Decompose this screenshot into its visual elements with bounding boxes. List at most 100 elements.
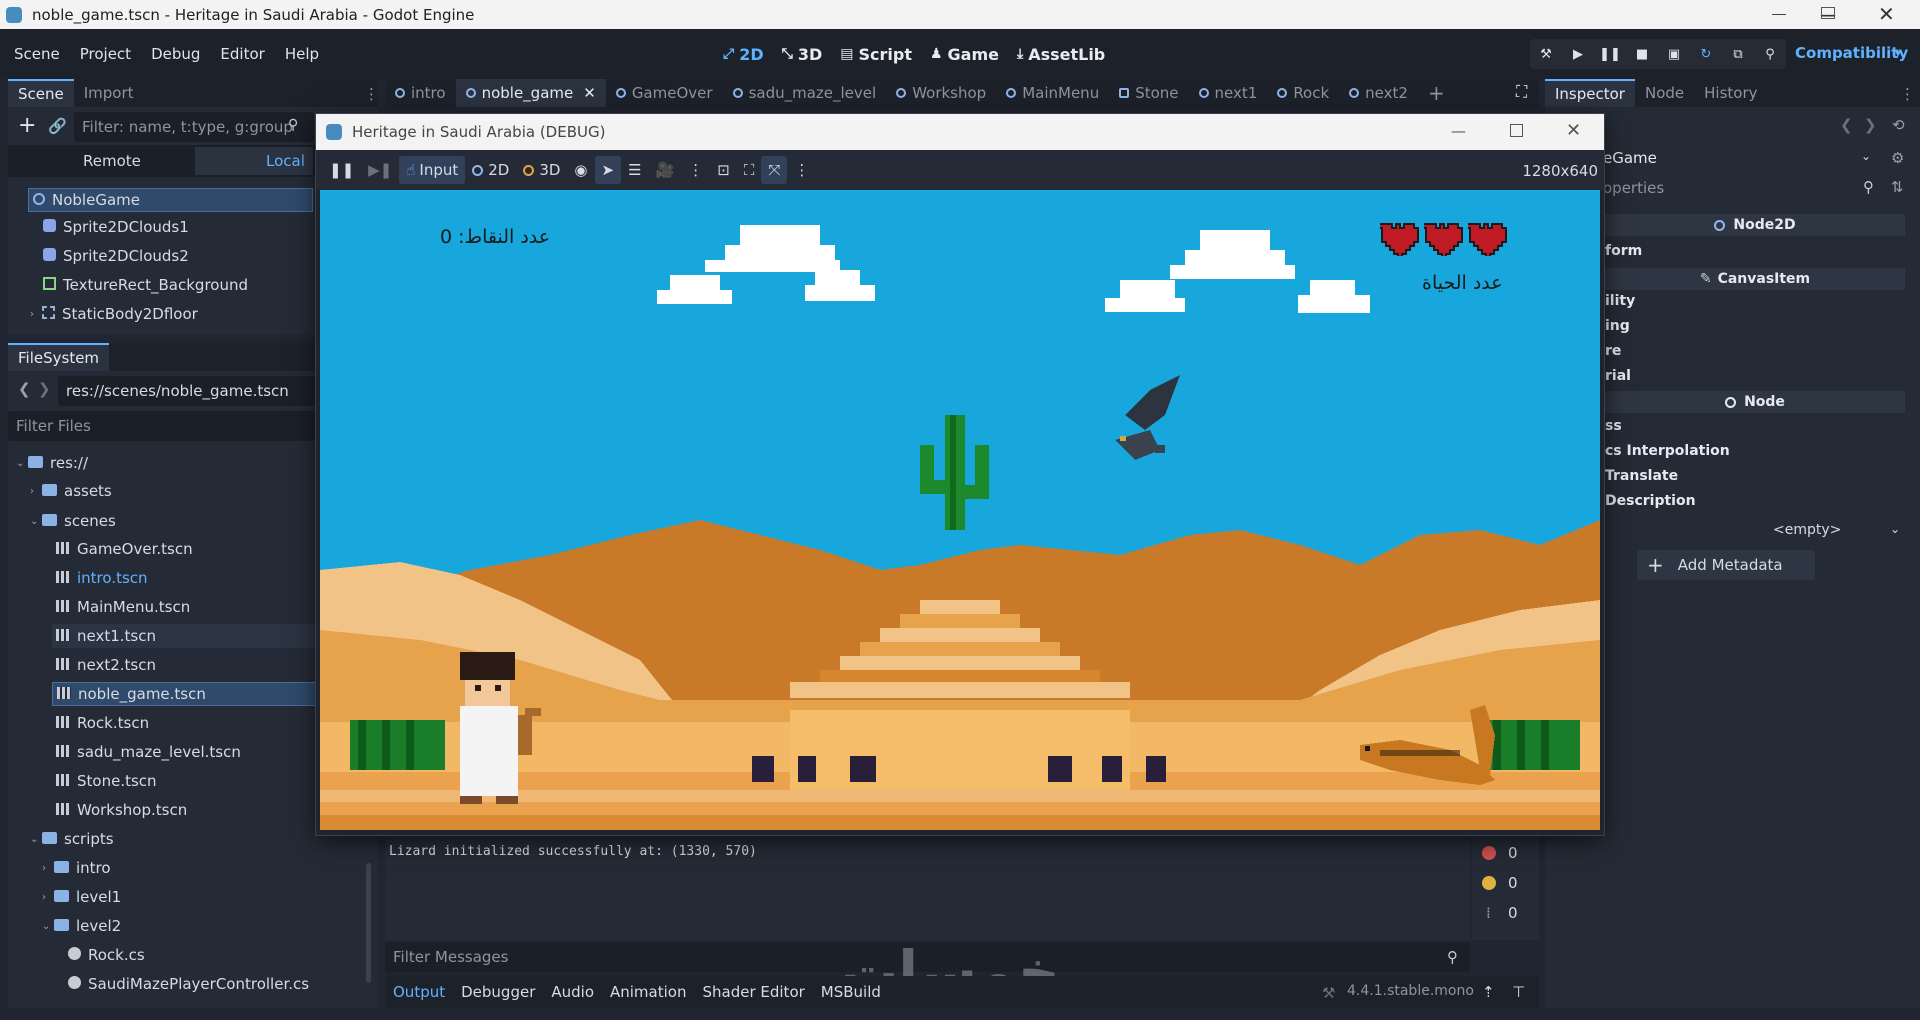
fs-item-scripts[interactable]: ⌄ scripts <box>30 827 114 851</box>
object-properties-icon[interactable]: ⚙ <box>1891 149 1904 167</box>
tab-filesystem[interactable]: FileSystem <box>8 343 110 371</box>
debug-close-icon[interactable]: ✕ <box>1566 120 1581 141</box>
tab-history[interactable]: History <box>1694 79 1767 107</box>
inspected-object-name[interactable]: eGame <box>1603 149 1657 167</box>
add-scene-tab-icon[interactable]: + <box>1418 79 1455 107</box>
mode-3d-button[interactable]: 3D <box>516 161 567 179</box>
filesystem-path-field[interactable]: res://scenes/noble_game.tscn <box>58 376 318 406</box>
section-canvasitem[interactable]: ✎ CanvasItem <box>1605 268 1905 290</box>
error-icon[interactable] <box>1482 846 1496 860</box>
inspector-filter-input[interactable]: operties <box>1603 179 1664 197</box>
run-custom-scene-icon[interactable]: ⚲ <box>1754 47 1786 62</box>
dock-menu-icon[interactable]: ⋮ <box>364 85 379 103</box>
visibility-eye-icon[interactable]: ◉ <box>567 161 594 179</box>
fs-item-noble-game[interactable]: noble_game.tscn <box>52 682 318 706</box>
scene-tab-gameover[interactable]: GameOver <box>606 79 723 107</box>
stretch-icon[interactable]: ⤧ <box>761 156 788 184</box>
collapse-arrow-icon[interactable]: ⌄ <box>30 834 42 845</box>
section-node2d[interactable]: Node2D <box>1605 214 1905 236</box>
scene-tab-mainmenu[interactable]: MainMenu <box>996 79 1109 107</box>
tab-scene[interactable]: Scene <box>8 79 74 107</box>
scene-tab-workshop[interactable]: Workshop <box>886 79 996 107</box>
bottom-tab-animation[interactable]: Animation <box>602 983 694 1001</box>
tab-inspector[interactable]: Inspector <box>1545 79 1635 107</box>
tree-node-sprite2dclouds1[interactable]: Sprite2DClouds1 <box>43 215 189 239</box>
window-restore-icon[interactable] <box>1821 7 1835 19</box>
bottom-tab-output[interactable]: Output <box>385 983 453 1001</box>
fs-item-assets[interactable]: › assets <box>30 479 112 503</box>
game-menu-icon[interactable]: ⋮ <box>787 161 816 179</box>
renderer-chevron-icon[interactable]: ▾ <box>1895 46 1901 60</box>
fs-item-intro[interactable]: intro.tscn <box>56 566 148 590</box>
add-node-icon[interactable]: + <box>18 113 36 138</box>
fs-item-res[interactable]: ⌄ res:// <box>16 451 88 475</box>
tree-node-texturerect-background[interactable]: TextureRect_Background <box>43 273 248 297</box>
expand-arrow-icon[interactable]: › <box>42 892 54 903</box>
scene-tab-next2[interactable]: next2 <box>1339 79 1418 107</box>
run-project-icon[interactable]: ▶ <box>1562 47 1594 62</box>
scene-tab-rock[interactable]: Rock <box>1267 79 1339 107</box>
menu-debug[interactable]: Debug <box>141 45 210 63</box>
fs-item-mainmenu[interactable]: MainMenu.tscn <box>56 595 190 619</box>
menu-editor[interactable]: Editor <box>210 45 274 63</box>
bottom-tab-audio[interactable]: Audio <box>543 983 602 1001</box>
window-minimize-icon[interactable] <box>1772 14 1786 15</box>
metadata-value[interactable]: <empty> <box>1773 522 1841 538</box>
bottom-tab-msbuild[interactable]: MSBuild <box>813 983 889 1001</box>
pin-icon[interactable]: ⇡ <box>1482 983 1495 1001</box>
reload-icon[interactable]: ↻ <box>1690 47 1722 62</box>
inspector-row-physics-interpolation[interactable]: cs Interpolation <box>1605 443 1730 459</box>
collapse-arrow-icon[interactable]: ⌄ <box>42 921 54 932</box>
expand-panel-icon[interactable]: ⊤ <box>1512 983 1525 1001</box>
instantiate-scene-icon[interactable]: 🔗 <box>48 117 67 135</box>
scene-tab-sadu-maze-level[interactable]: sadu_maze_level <box>723 79 887 107</box>
main-screen-script-button[interactable]: ▤ Script <box>831 45 921 64</box>
tree-node-noblegame[interactable]: NobleGame <box>28 188 313 212</box>
remote-debug-icon[interactable]: ⚒ <box>1530 47 1562 62</box>
fs-item-next1[interactable]: next1.tscn <box>52 624 318 648</box>
inspector-row-auto-translate[interactable]: Translate <box>1605 468 1678 484</box>
main-screen-assetlib-button[interactable]: ⤓ AssetLib <box>1008 45 1114 64</box>
bottom-tab-debugger[interactable]: Debugger <box>453 983 543 1001</box>
fs-item-intro-folder[interactable]: › intro <box>42 856 111 880</box>
inspector-row-ordering[interactable]: ing <box>1605 318 1630 334</box>
section-node[interactable]: Node <box>1605 391 1905 413</box>
collapse-arrow-icon[interactable]: ⌄ <box>16 458 28 469</box>
main-screen-2d-button[interactable]: ⤢ 2D <box>714 45 773 64</box>
game-viewport[interactable]: عدد النقاط: 0 عدد الحياة <box>320 190 1600 830</box>
tree-node-staticbody2dfloor[interactable]: › StaticBody2Dfloor <box>30 302 198 326</box>
camera-menu-icon[interactable]: ⋮ <box>681 161 710 179</box>
inspector-row-transform[interactable]: form <box>1605 243 1642 259</box>
inspector-row-process[interactable]: ss <box>1605 418 1622 434</box>
fs-item-stone[interactable]: Stone.tscn <box>56 769 157 793</box>
main-screen-3d-button[interactable]: ⤡ 3D <box>773 45 832 64</box>
filesystem-filter-input[interactable]: Filter Files <box>8 411 318 441</box>
history-forward-icon[interactable]: ❯ <box>1864 116 1877 134</box>
object-dropdown-chevron-icon[interactable]: ⌄ <box>1861 149 1871 163</box>
fs-item-workshop[interactable]: Workshop.tscn <box>56 798 187 822</box>
menu-scene[interactable]: Scene <box>4 45 70 63</box>
menu-project[interactable]: Project <box>70 45 141 63</box>
inspector-row-visibility[interactable]: ility <box>1605 293 1635 309</box>
add-metadata-button[interactable]: + Add Metadata <box>1637 550 1815 580</box>
fullscreen-icon[interactable]: ⛶ <box>737 161 762 179</box>
debug-maximize-icon[interactable] <box>1510 124 1523 137</box>
debug-minimize-icon[interactable]: — <box>1451 122 1466 140</box>
scene-tab-stone[interactable]: Stone <box>1109 79 1188 107</box>
tree-node-sprite2dclouds2[interactable]: Sprite2DClouds2 <box>43 244 189 268</box>
bottom-tab-shader-editor[interactable]: Shader Editor <box>694 983 812 1001</box>
filter-options-icon[interactable]: ⇅ <box>1891 178 1904 196</box>
mode-2d-button[interactable]: 2D <box>465 161 516 179</box>
input-mode-button[interactable]: ☝ Input <box>399 156 466 184</box>
inspector-row-material[interactable]: rial <box>1605 368 1631 384</box>
select-arrow-icon[interactable]: ➤ <box>594 156 622 184</box>
fs-item-level1[interactable]: › level1 <box>42 885 121 909</box>
camera-icon[interactable]: 🎥 <box>649 161 682 179</box>
distraction-free-icon[interactable]: ⛶ <box>1516 82 1527 102</box>
fs-item-sadu-maze[interactable]: sadu_maze_level.tscn <box>56 740 241 764</box>
fs-item-saudi-maze-controller[interactable]: SaudiMazePlayerController.cs <box>68 972 309 996</box>
inspector-menu-icon[interactable]: ⋮ <box>1900 85 1915 103</box>
object-history-icon[interactable]: ⟲ <box>1892 116 1905 134</box>
expand-arrow-icon[interactable]: › <box>42 863 54 874</box>
nav-back-icon[interactable]: ❮ <box>18 380 31 398</box>
